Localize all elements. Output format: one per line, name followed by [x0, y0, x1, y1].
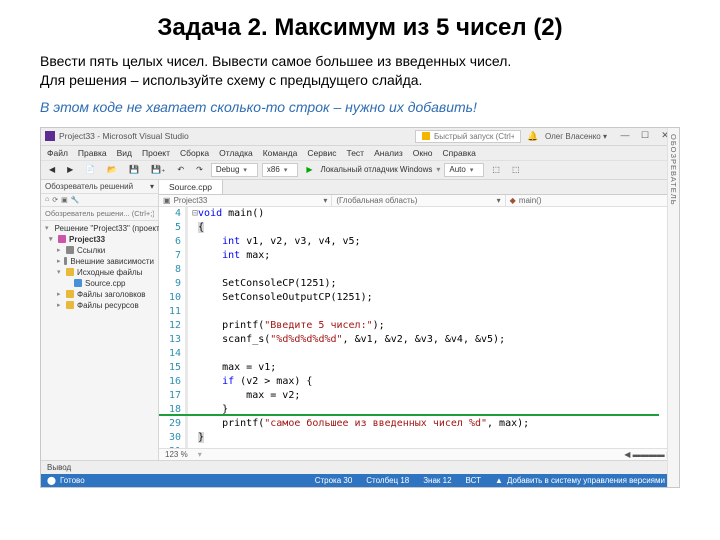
menu-test[interactable]: Тест	[346, 148, 364, 158]
tool-home-icon[interactable]: ⌂	[45, 196, 49, 204]
source-file-item[interactable]: Source.cpp	[43, 278, 156, 289]
nav-member[interactable]: ◆main()▾	[506, 195, 679, 206]
code-editor: Source.cpp ▣Project33▾ (Глобальная облас…	[159, 180, 679, 460]
quick-launch-input[interactable]	[434, 132, 514, 141]
nav-project[interactable]: ▣Project33▾	[159, 195, 332, 206]
menu-debug[interactable]: Отладка	[219, 148, 253, 158]
nav-forward-button[interactable]: ▶	[63, 163, 77, 176]
right-toolwell[interactable]: ОБОЗРЕВАТЕЛЬ	[667, 128, 679, 487]
status-publish[interactable]: ▲ Добавить в систему управления версиями…	[495, 476, 673, 485]
status-ready-icon: ⬤	[47, 476, 56, 485]
titlebar: Project33 - Microsoft Visual Studio 🔔 Ол…	[41, 128, 679, 146]
header-files-node[interactable]: ▸Файлы заголовков	[43, 289, 156, 300]
menu-help[interactable]: Справка	[443, 148, 476, 158]
vs-icon	[45, 131, 55, 141]
notification-icon[interactable]: 🔔	[525, 131, 541, 142]
editor-tab[interactable]: Source.cpp	[159, 180, 223, 194]
menu-bar: Файл Правка Вид Проект Сборка Отладка Ко…	[41, 146, 679, 161]
code-area[interactable]: 45678910111213141516171829303132 ⊟void m…	[159, 207, 679, 448]
source-files-node[interactable]: ▾Исходные файлы	[43, 267, 156, 278]
menu-tools[interactable]: Сервис	[307, 148, 336, 158]
status-bar: ⬤ Готово Строка 30 Столбец 18 Знак 12 ВСТ…	[41, 474, 679, 487]
platform-select[interactable]: x86	[262, 163, 298, 177]
menu-build[interactable]: Сборка	[180, 148, 209, 158]
extra-btn-1[interactable]: ⬚	[488, 163, 504, 176]
undo-button[interactable]: ↶	[173, 163, 188, 176]
new-button[interactable]: 📄	[81, 163, 99, 176]
menu-team[interactable]: Команда	[263, 148, 298, 158]
config-select[interactable]: Debug	[211, 163, 258, 177]
project-node[interactable]: ▾Project33	[43, 234, 156, 245]
right-rail-label[interactable]: ОБОЗРЕВАТЕЛЬ	[669, 134, 678, 206]
code-content[interactable]: ⊟void main() { int v1, v2, v3, v4, v5; i…	[188, 207, 679, 448]
slide-note: В этом коде не хватает сколько-то строк …	[40, 98, 680, 117]
external-deps-node[interactable]: ▸Внешние зависимости	[43, 256, 156, 267]
status-char: Знак 12	[423, 476, 451, 485]
start-debug-button[interactable]: ▶	[302, 163, 316, 176]
solution-node[interactable]: ▾Решение "Project33" (проектов: 1)	[43, 223, 156, 234]
user-name[interactable]: Олег Власенко ▾	[545, 132, 607, 141]
nav-scope[interactable]: (Глобальная область)▾	[332, 195, 505, 206]
maximize-button[interactable]: ☐	[635, 129, 655, 143]
menu-edit[interactable]: Правка	[78, 148, 107, 158]
slide-paragraph-1: Ввести пять целых чисел. Вывести самое б…	[40, 52, 680, 71]
editor-footer: 123 % ▾ ◀ ▬▬▬▬ ▶	[159, 448, 679, 460]
tool-showall-icon[interactable]: ▣	[61, 196, 68, 204]
save-button[interactable]: 💾	[125, 163, 143, 176]
slide-paragraph-2: Для решения – используйте схему с предыд…	[40, 71, 680, 90]
pane-dropdown-icon[interactable]: ▾	[150, 182, 154, 191]
tool-refresh-icon[interactable]: ⟳	[52, 196, 58, 204]
status-ins: ВСТ	[466, 476, 481, 485]
main-toolbar: ◀ ▶ 📄 📂 💾 💾₊ ↶ ↷ Debug x86 ▶ Локальный о…	[41, 161, 679, 180]
menu-file[interactable]: Файл	[47, 148, 68, 158]
resource-files-node[interactable]: ▸Файлы ресурсов	[43, 300, 156, 311]
redo-button[interactable]: ↷	[192, 163, 207, 176]
quick-launch-icon	[422, 132, 430, 140]
status-col: Столбец 18	[366, 476, 409, 485]
status-ready: Готово	[60, 476, 85, 485]
slide-title: Задача 2. Максимум из 5 чисел (2)	[0, 0, 720, 52]
solution-search-input[interactable]	[45, 209, 154, 218]
collapse-marker-line	[159, 414, 659, 416]
menu-window[interactable]: Окно	[413, 148, 433, 158]
references-node[interactable]: ▸Ссылки	[43, 245, 156, 256]
solution-explorer-title: Обозреватель решений	[45, 182, 133, 191]
status-line: Строка 30	[315, 476, 353, 485]
quick-launch[interactable]	[415, 130, 521, 143]
line-gutter: 45678910111213141516171829303132	[159, 207, 185, 448]
menu-view[interactable]: Вид	[117, 148, 132, 158]
zoom-level[interactable]: 123 %	[165, 450, 188, 459]
tool-properties-icon[interactable]: 🔧	[71, 196, 80, 204]
start-debug-label[interactable]: Локальный отладчик Windows	[320, 165, 432, 174]
output-tab[interactable]: Вывод	[41, 460, 679, 474]
save-all-button[interactable]: 💾₊	[147, 163, 169, 176]
solution-explorer: Обозреватель решений ▾ ⌂ ⟳ ▣ 🔧 ▾Решение …	[41, 180, 159, 460]
minimize-button[interactable]: —	[615, 129, 635, 143]
auto-select[interactable]: Auto	[444, 163, 484, 177]
nav-back-button[interactable]: ◀	[45, 163, 59, 176]
menu-analyze[interactable]: Анализ	[374, 148, 403, 158]
open-button[interactable]: 📂	[103, 163, 121, 176]
visual-studio-window: Project33 - Microsoft Visual Studio 🔔 Ол…	[40, 127, 680, 488]
window-title: Project33 - Microsoft Visual Studio	[59, 131, 189, 141]
extra-btn-2[interactable]: ⬚	[508, 163, 524, 176]
menu-project[interactable]: Проект	[142, 148, 170, 158]
